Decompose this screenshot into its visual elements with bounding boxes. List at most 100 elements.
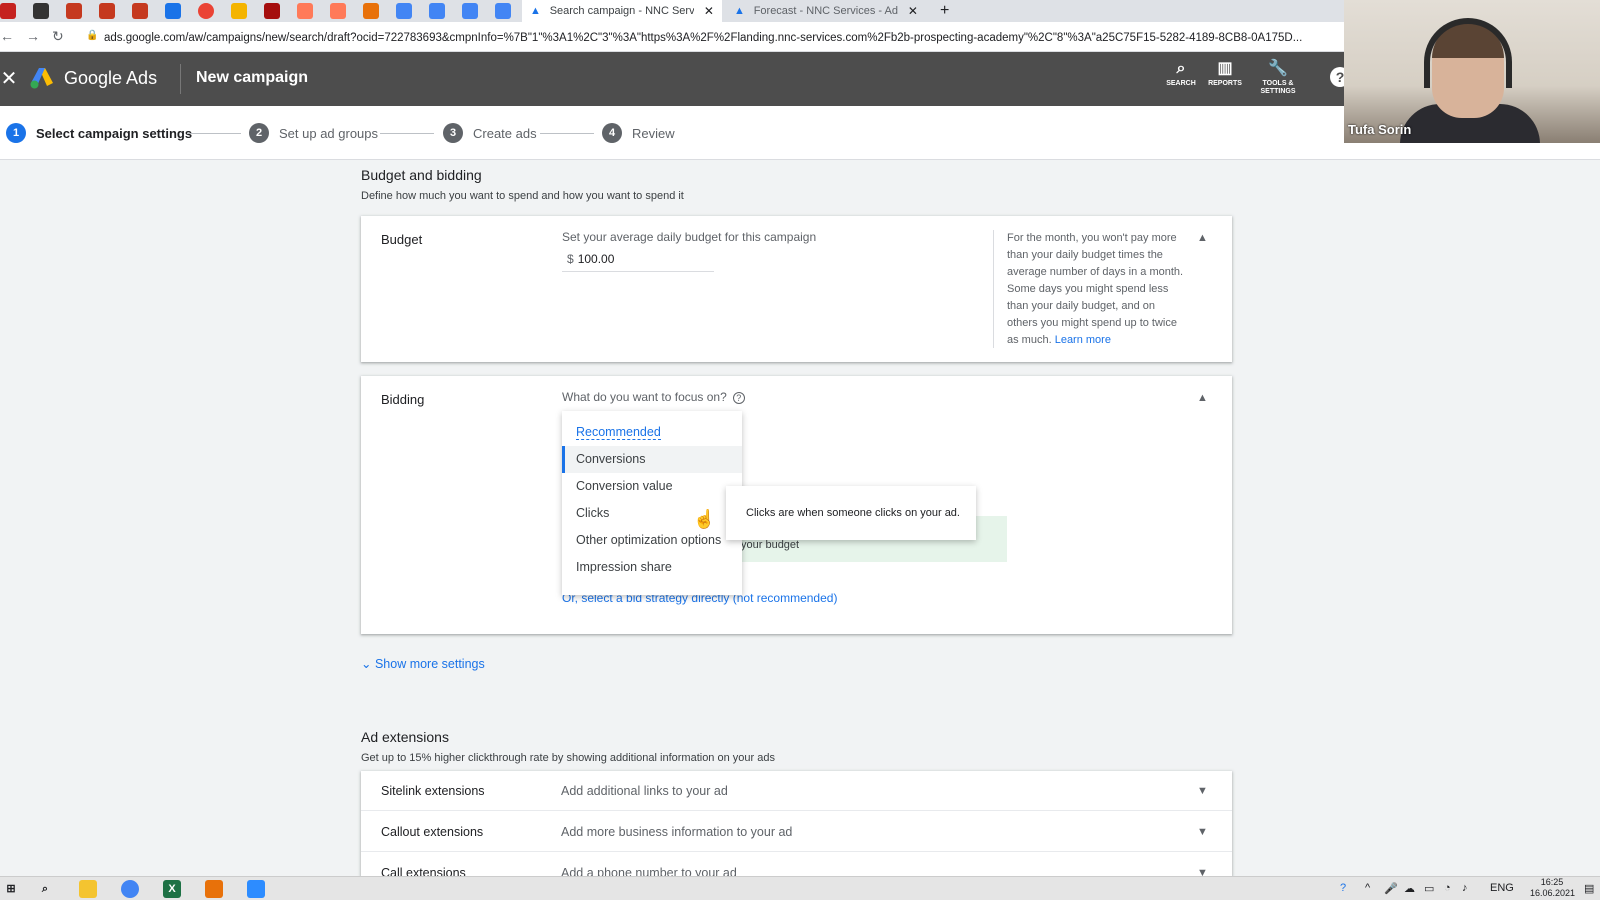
pinned-tab-icon[interactable] (132, 3, 148, 19)
wifi-icon[interactable]: ◔ (1444, 882, 1451, 894)
chrome-icon[interactable] (121, 880, 139, 898)
reload-icon[interactable]: ↻ (52, 28, 64, 45)
pinned-tab-icon[interactable] (198, 3, 214, 19)
app-icon[interactable] (205, 880, 223, 898)
new-tab-button[interactable]: + (940, 2, 949, 20)
budget-prompt: Set your average daily budget for this c… (562, 230, 817, 244)
pinned-tab-icon[interactable] (165, 3, 181, 19)
budget-label: Budget (381, 232, 423, 247)
header-search-button[interactable]: ⌕ SEARCH (1164, 60, 1198, 88)
windows-start-icon[interactable]: ⊞ (2, 880, 20, 898)
tab-forecast[interactable]: ▲ Forecast - NNC Services - Ads W ✕ (726, 0, 926, 22)
hubspot-tab-icon[interactable] (330, 3, 346, 19)
show-more-settings-link[interactable]: ⌄ Show more settings (361, 656, 485, 671)
windows-taskbar: ⊞ ⌕ X ? ^ 🎤 ☁ ▭ ◔ ♪ ENG 16:25 16.06.2021… (0, 876, 1600, 900)
currency-symbol: $ (567, 252, 574, 266)
forward-icon[interactable]: → (26, 28, 40, 44)
extensions-card: Sitelink extensions Add additional links… (361, 771, 1232, 876)
hubspot-tab-icon[interactable] (297, 3, 313, 19)
lock-icon[interactable]: 🔒 (86, 30, 98, 41)
option-conversions[interactable]: Conversions (562, 446, 742, 473)
focus-question: What do you want to focus on?? (562, 390, 745, 404)
close-icon[interactable]: ✕ (0, 66, 18, 91)
chevron-up-icon[interactable]: ▲ (1197, 392, 1208, 404)
banner-text: your budget (741, 539, 800, 551)
back-icon[interactable]: ← (0, 28, 14, 44)
bidding-label: Bidding (381, 392, 425, 407)
language-indicator[interactable]: ENG (1490, 882, 1514, 894)
product-name: Google Ads (64, 68, 158, 88)
volume-icon[interactable]: ♪ (1462, 882, 1468, 894)
cloud-icon[interactable]: ☁ (1404, 882, 1415, 895)
clock[interactable]: 16:25 16.06.2021 (1530, 877, 1575, 899)
url-field[interactable]: ads.google.com/aw/campaigns/new/search/d… (104, 28, 1352, 48)
file-explorer-icon[interactable] (79, 880, 97, 898)
clicks-tooltip: Clicks are when someone clicks on your a… (726, 486, 976, 540)
section-subtitle: Get up to 15% higher clickthrough rate b… (361, 752, 775, 764)
participant-name: Tufa Sorin (1348, 122, 1412, 137)
notifications-icon[interactable]: ▤ (1584, 882, 1594, 895)
chevron-down-icon[interactable]: ▼ (1197, 785, 1208, 797)
pinned-tab-icon[interactable] (99, 3, 115, 19)
section-title-budget-bidding: Budget and bidding (361, 167, 482, 183)
focus-dropdown-menu: Recommended Conversions Conversion value… (562, 411, 742, 595)
page-title: New campaign (196, 69, 309, 86)
pinned-tab-icon[interactable] (462, 3, 478, 19)
step-connector (380, 133, 434, 134)
pinned-tab-icon[interactable] (429, 3, 445, 19)
header-tools-settings-button[interactable]: 🔧 TOOLS & SETTINGS (1258, 60, 1298, 96)
budget-info-text: For the month, you won't pay more than y… (1007, 232, 1184, 346)
battery-icon[interactable]: ▭ (1424, 882, 1434, 895)
callout-extensions-row[interactable]: Callout extensions Add more business inf… (361, 812, 1232, 852)
webcam-overlay: Tufa Sorin (1344, 0, 1600, 143)
section-subtitle: Define how much you want to spend and ho… (361, 190, 684, 202)
gmail-tab-icon[interactable] (0, 3, 16, 19)
tab-search-campaign[interactable]: ▲ Search campaign - NNC Services ✕ (522, 0, 722, 22)
pinned-tab-icon[interactable] (363, 3, 379, 19)
chevron-down-icon[interactable]: ▼ (1197, 826, 1208, 838)
chevron-down-icon: ⌄ (361, 657, 375, 671)
google-ads-icon: ▲ (530, 5, 541, 17)
help-tray-icon[interactable]: ? (1340, 882, 1346, 894)
step-connector (540, 133, 594, 134)
chevron-up-icon[interactable]: ^ (1365, 882, 1370, 894)
google-ads-icon: ▲ (734, 5, 745, 17)
pinned-tab-icon[interactable] (231, 3, 247, 19)
sitelink-extensions-row[interactable]: Sitelink extensions Add additional links… (361, 771, 1232, 811)
call-extensions-row[interactable]: Call extensions Add a phone number to yo… (361, 853, 1232, 876)
budget-card: Budget Set your average daily budget for… (361, 216, 1232, 362)
pinned-tab-icon[interactable] (33, 3, 49, 19)
hand-cursor-icon: ☝ (693, 509, 716, 529)
zoom-icon[interactable] (247, 880, 265, 898)
microphone-icon[interactable]: 🎤 (1384, 882, 1398, 895)
wrench-icon: 🔧 (1268, 60, 1288, 77)
close-tab-icon[interactable]: ✕ (908, 4, 918, 18)
option-impression-share[interactable]: Impression share (562, 554, 742, 581)
pinned-tab-icon[interactable] (66, 3, 82, 19)
bidding-card: Bidding What do you want to focus on?? ▲… (361, 376, 1232, 634)
google-ads-logo-icon (30, 68, 53, 89)
step-review[interactable]: 4 Review (602, 123, 675, 143)
search-icon: ⌕ (1176, 60, 1186, 77)
option-conversion-value[interactable]: Conversion value (562, 473, 742, 500)
step-select-campaign-settings[interactable]: 1 Select campaign settings (6, 123, 192, 143)
chevron-down-icon[interactable]: ▼ (1197, 867, 1208, 876)
dropdown-header-recommended: Recommended (576, 425, 661, 440)
step-create-ads[interactable]: 3 Create ads (443, 123, 537, 143)
step-set-up-ad-groups[interactable]: 2 Set up ad groups (249, 123, 378, 143)
step-connector (187, 133, 241, 134)
pinned-tab-icon[interactable] (264, 3, 280, 19)
header-reports-button[interactable]: ▥ REPORTS (1208, 60, 1242, 88)
search-icon[interactable]: ⌕ (36, 880, 54, 898)
help-circle-icon[interactable]: ? (732, 391, 745, 404)
header-divider (180, 64, 181, 94)
close-tab-icon[interactable]: ✕ (704, 4, 714, 18)
section-title-ad-extensions: Ad extensions (361, 729, 449, 745)
pinned-tab-icon[interactable] (396, 3, 412, 19)
chevron-up-icon[interactable]: ▲ (1197, 232, 1208, 244)
pinned-tab-icon[interactable] (495, 3, 511, 19)
option-other-optimization[interactable]: Other optimization options (562, 527, 742, 554)
daily-budget-input[interactable]: $100.00 (562, 248, 714, 272)
excel-icon[interactable]: X (163, 880, 181, 898)
learn-more-link[interactable]: Learn more (1055, 334, 1111, 346)
